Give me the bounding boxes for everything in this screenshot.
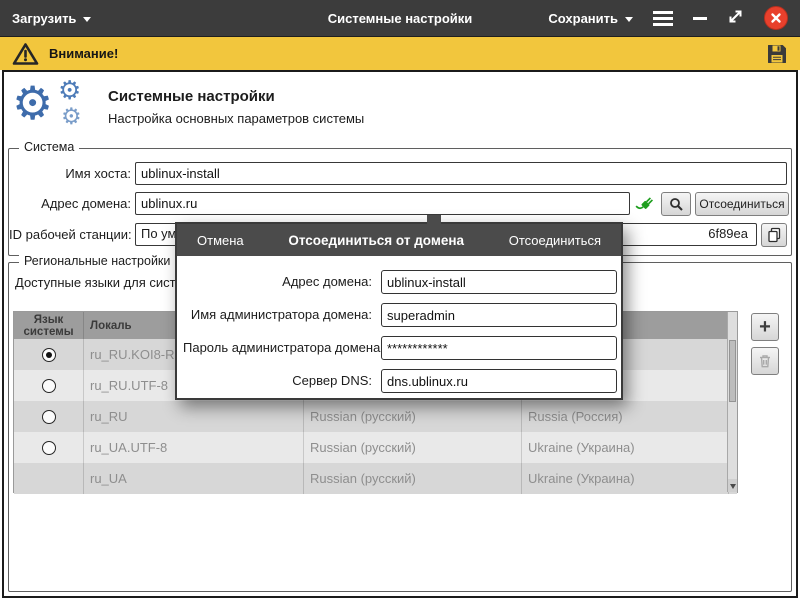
country-cell: Ukraine (Украина)	[522, 463, 729, 494]
station-id-left-text: По ум	[141, 224, 176, 244]
dialog-admin-name-label: Имя администратора домена:	[183, 303, 377, 327]
warning-bar: Внимание!	[0, 36, 800, 70]
load-menu-label: Загрузить	[12, 11, 76, 26]
table-scrollbar[interactable]	[727, 312, 737, 492]
country-cell: Russia (Россия)	[522, 401, 729, 432]
station-id-right-text: 6f89ea	[708, 224, 748, 244]
copy-station-id-button[interactable]	[761, 223, 787, 247]
chevron-down-icon	[625, 17, 633, 26]
plug-connected-icon	[635, 193, 657, 218]
dialog-header: Отмена Отсоединиться от домена Отсоедини…	[177, 224, 621, 256]
dialog-title: Отсоединиться от домена	[288, 233, 464, 248]
save-menu-label: Сохранить	[548, 11, 618, 26]
warning-text: Внимание!	[49, 46, 118, 61]
dialog-notch	[427, 215, 441, 224]
page-subtitle: Настройка основных параметров системы	[108, 111, 364, 126]
column-header-system-language: Язык системы	[14, 312, 84, 339]
available-languages-label: Доступные языки для сист	[15, 275, 176, 290]
locale-cell: ru_UA	[84, 463, 304, 494]
minimize-button[interactable]	[693, 17, 707, 20]
disconnect-dialog: Отмена Отсоединиться от домена Отсоедини…	[175, 222, 623, 400]
locale-row[interactable]: ru_RU Russian (русский) Russia (Россия)	[14, 401, 737, 432]
locale-radio[interactable]	[42, 348, 56, 362]
dialog-dns-label: Сервер DNS:	[183, 369, 377, 393]
dialog-admin-password-label: Пароль администратора домена:	[183, 336, 377, 360]
expand-icon	[727, 8, 744, 25]
close-button[interactable]	[764, 6, 788, 30]
language-cell: Russian (русский)	[304, 432, 522, 463]
floppy-icon	[766, 43, 788, 65]
locale-radio[interactable]	[42, 441, 56, 455]
search-icon	[669, 197, 684, 212]
dialog-dns-input[interactable]	[381, 369, 617, 393]
system-section-legend: Система	[19, 140, 79, 154]
domain-input[interactable]	[135, 192, 630, 215]
save-menu-button[interactable]: Сохранить	[548, 11, 633, 26]
scrollbar-down-button[interactable]	[728, 479, 737, 492]
hostname-input[interactable]	[135, 162, 787, 185]
close-icon	[770, 12, 782, 24]
page-title: Системные настройки	[108, 88, 275, 105]
locale-radio[interactable]	[42, 379, 56, 393]
maximize-button[interactable]	[727, 8, 744, 28]
language-cell: Russian (русский)	[304, 401, 522, 432]
domain-search-button[interactable]	[661, 192, 691, 216]
locale-radio[interactable]	[42, 410, 56, 424]
dialog-admin-name-input[interactable]	[381, 303, 617, 327]
station-id-label: ID рабочей станции:	[9, 223, 131, 246]
plus-icon: +	[759, 317, 771, 337]
domain-disconnect-button[interactable]: Отсоединиться	[695, 192, 789, 216]
window-title: Системные настройки	[328, 11, 473, 26]
locale-row[interactable]: ru_UA Russian (русский) Ukraine (Украина…	[14, 463, 737, 494]
locale-cell: ru_UA.UTF-8	[84, 432, 304, 463]
hostname-label: Имя хоста:	[9, 162, 131, 185]
delete-locale-button[interactable]	[751, 347, 779, 375]
save-file-button[interactable]	[766, 43, 788, 65]
dialog-domain-input[interactable]	[381, 270, 617, 294]
load-menu-button[interactable]: Загрузить	[12, 11, 91, 26]
dialog-cancel-button[interactable]: Отмена	[197, 233, 244, 248]
dialog-domain-label: Адрес домена:	[183, 270, 377, 294]
language-cell: Russian (русский)	[304, 463, 522, 494]
minimize-icon	[693, 17, 707, 20]
dialog-disconnect-button[interactable]: Отсоединиться	[509, 233, 601, 248]
domain-label: Адрес домена:	[9, 192, 131, 215]
chevron-down-icon	[83, 17, 91, 26]
gears-icon: ⚙ ⚙ ⚙	[12, 78, 104, 140]
scrollbar-thumb[interactable]	[729, 340, 736, 402]
warning-icon	[12, 42, 39, 66]
titlebar: Загрузить Системные настройки Сохранить	[0, 0, 800, 36]
titlebar-controls: Сохранить	[548, 0, 788, 36]
main-menu-button[interactable]	[653, 11, 673, 26]
country-cell: Ukraine (Украина)	[522, 432, 729, 463]
locale-row[interactable]: ru_UA.UTF-8 Russian (русский) Ukraine (У…	[14, 432, 737, 463]
hamburger-icon	[653, 11, 673, 14]
copy-icon	[767, 227, 782, 243]
dialog-admin-password-input[interactable]	[381, 336, 617, 360]
regional-section-legend: Региональные настройки	[19, 254, 175, 268]
trash-icon	[757, 353, 773, 369]
chevron-down-icon	[730, 484, 736, 492]
add-locale-button[interactable]: +	[751, 313, 779, 341]
locale-cell: ru_RU	[84, 401, 304, 432]
